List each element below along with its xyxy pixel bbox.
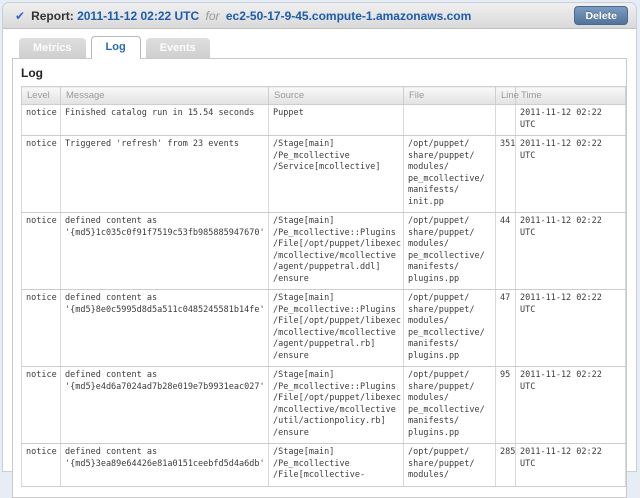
cell-time: 2011-11-12 02:22 UTC: [516, 367, 626, 444]
cell-message: Finished catalog run in 15.54 seconds: [61, 105, 269, 136]
cell-level: notice: [22, 290, 61, 367]
column-header-file: File: [404, 87, 496, 105]
report-window: ✔ Report: 2011-11-12 02:22 UTC for ec2-5…: [2, 2, 637, 472]
column-header-message: Message: [61, 87, 269, 105]
checkmark-icon: ✔: [15, 9, 25, 23]
cell-file: [404, 105, 496, 136]
log-table: LevelMessageSourceFileLineTime noticeFin…: [21, 86, 626, 487]
cell-time: 2011-11-12 02:22 UTC: [516, 290, 626, 367]
cell-source: /Stage[main] /Pe_mcollective /Service[mc…: [269, 136, 404, 213]
table-row: noticedefined content as '{md5}3ea89e644…: [22, 444, 626, 487]
table-header-row: LevelMessageSourceFileLineTime: [22, 87, 626, 105]
report-label: Report:: [31, 9, 74, 23]
cell-message: Triggered 'refresh' from 23 events: [61, 136, 269, 213]
cell-level: notice: [22, 367, 61, 444]
cell-line: 285: [496, 444, 516, 487]
report-header-bar: ✔ Report: 2011-11-12 02:22 UTC for ec2-5…: [3, 3, 636, 29]
cell-level: notice: [22, 136, 61, 213]
cell-line: 95: [496, 367, 516, 444]
cell-file: /opt/puppet/ share/puppet/ modules/ pe_m…: [404, 136, 496, 213]
log-panel: Log LevelMessageSourceFileLineTime notic…: [12, 58, 627, 498]
delete-button[interactable]: Delete: [574, 6, 628, 25]
cell-line: 44: [496, 213, 516, 290]
log-table-body: noticeFinished catalog run in 15.54 seco…: [22, 105, 626, 487]
cell-time: 2011-11-12 02:22 UTC: [516, 136, 626, 213]
report-title: Report: 2011-11-12 02:22 UTC for ec2-50-…: [31, 9, 471, 23]
cell-level: notice: [22, 105, 61, 136]
table-row: noticedefined content as '{md5}1c035c0f9…: [22, 213, 626, 290]
cell-level: notice: [22, 444, 61, 487]
tab-log[interactable]: Log: [91, 36, 141, 59]
cell-file: /opt/puppet/ share/puppet/ modules/ pe_m…: [404, 290, 496, 367]
tab-metrics[interactable]: Metrics: [19, 38, 86, 58]
cell-file: /opt/puppet/ share/puppet/ modules/ pe_m…: [404, 367, 496, 444]
cell-time: 2011-11-12 02:22 UTC: [516, 105, 626, 136]
cell-line: 351: [496, 136, 516, 213]
cell-source: /Stage[main] /Pe_mcollective::Plugins /F…: [269, 367, 404, 444]
cell-line: 47: [496, 290, 516, 367]
column-header-time: Time: [516, 87, 626, 105]
table-row: noticeFinished catalog run in 15.54 seco…: [22, 105, 626, 136]
table-row: noticeTriggered 'refresh' from 23 events…: [22, 136, 626, 213]
cell-source: /Stage[main] /Pe_mcollective::Plugins /F…: [269, 213, 404, 290]
cell-source: /Stage[main] /Pe_mcollective::Plugins /F…: [269, 290, 404, 367]
cell-message: defined content as '{md5}1c035c0f91f7519…: [61, 213, 269, 290]
cell-time: 2011-11-12 02:22 UTC: [516, 444, 626, 487]
column-header-line: Line: [496, 87, 516, 105]
cell-file: /opt/puppet/ share/puppet/ modules/: [404, 444, 496, 487]
tab-events[interactable]: Events: [146, 38, 210, 58]
cell-source: /Stage[main] /Pe_mcollective /File[mcoll…: [269, 444, 404, 487]
report-time: 2011-11-12 02:22 UTC: [77, 9, 199, 23]
cell-file: /opt/puppet/ share/puppet/ modules/ pe_m…: [404, 213, 496, 290]
log-heading: Log: [21, 66, 618, 80]
for-label: for: [203, 9, 223, 23]
cell-message: defined content as '{md5}e4d6a7024ad7b28…: [61, 367, 269, 444]
cell-message: defined content as '{md5}3ea89e64426e81a…: [61, 444, 269, 487]
table-row: noticedefined content as '{md5}e4d6a7024…: [22, 367, 626, 444]
cell-source: Puppet: [269, 105, 404, 136]
column-header-source: Source: [269, 87, 404, 105]
cell-level: notice: [22, 213, 61, 290]
table-row: noticedefined content as '{md5}8e0c5995d…: [22, 290, 626, 367]
node-name: ec2-50-17-9-45.compute-1.amazonaws.com: [226, 9, 471, 23]
cell-message: defined content as '{md5}8e0c5995d8d5a51…: [61, 290, 269, 367]
cell-time: 2011-11-12 02:22 UTC: [516, 213, 626, 290]
column-header-level: Level: [22, 87, 61, 105]
tab-bar: MetricsLogEvents: [3, 29, 636, 58]
cell-line: [496, 105, 516, 136]
